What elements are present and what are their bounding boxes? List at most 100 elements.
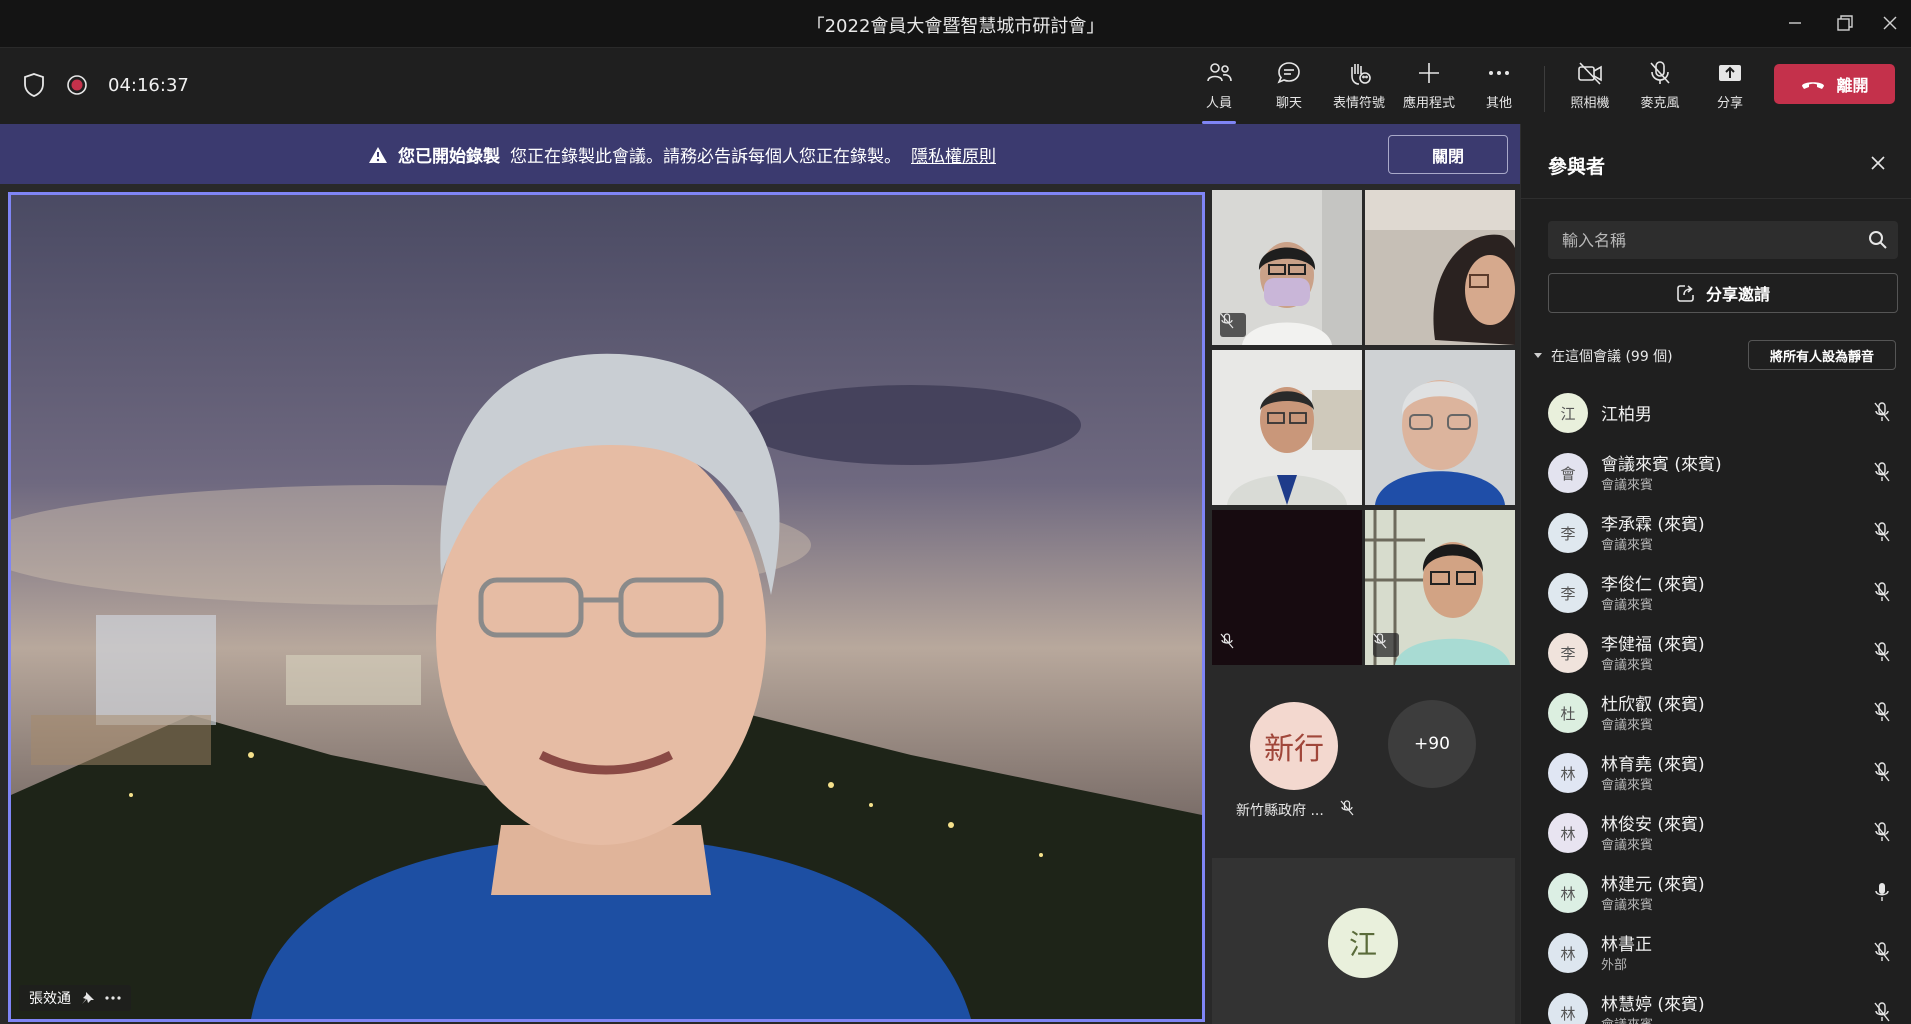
participant-row[interactable]: 杜杜欣叡 (來賓) 會議來賓: [1521, 682, 1911, 740]
mic-off-icon[interactable]: [1873, 942, 1891, 962]
leave-button[interactable]: 離開: [1774, 64, 1895, 104]
speaker-name: 張效通: [29, 991, 71, 1007]
participant-video-tile[interactable]: [1212, 510, 1362, 665]
minimize-icon: [1789, 22, 1801, 24]
participant-row[interactable]: 林林慧婷 (來賓)會議來賓: [1521, 982, 1911, 1024]
participant-video-tile[interactable]: [1365, 510, 1515, 665]
participant-avatar[interactable]: 新行: [1250, 702, 1338, 790]
people-label: 人員: [1205, 96, 1232, 111]
shield-icon[interactable]: [22, 72, 46, 98]
privacy-link[interactable]: 隱私權原則: [911, 142, 996, 167]
participant-video-tile[interactable]: [1212, 190, 1362, 345]
window-title: 「2022會員大會暨智慧城市研討會」: [806, 16, 1105, 37]
video-stage: 張效通 新行 新竹縣政府 ... +90 江: [0, 184, 1520, 1024]
close-icon: [1883, 16, 1897, 30]
microphone-label: 麥克風: [1640, 96, 1680, 111]
more-button[interactable]: 其他: [1464, 60, 1534, 122]
participant-role: 會議來賓: [1601, 898, 1654, 913]
participant-name: 杜欣叡 (來賓): [1601, 695, 1705, 715]
apps-button[interactable]: 應用程式: [1394, 60, 1464, 122]
participant-row[interactable]: 林林俊安 (來賓) 會議來賓: [1521, 802, 1911, 860]
share-screen-button[interactable]: 分享: [1695, 60, 1765, 122]
camera-button[interactable]: 照相機: [1555, 60, 1625, 122]
more-participants-button[interactable]: +90: [1388, 700, 1476, 788]
participant-video-tile[interactable]: [1365, 190, 1515, 345]
mic-off-icon[interactable]: [1873, 762, 1891, 782]
restore-icon: [1837, 15, 1853, 31]
muted-indicator: [1373, 633, 1399, 657]
participant-avatar: 林: [1548, 753, 1588, 793]
participant-video: [1365, 190, 1515, 345]
share-icon: [1719, 65, 1741, 81]
participant-name: 林俊安 (來賓): [1601, 815, 1705, 835]
participant-row[interactable]: 會會議來賓 (來賓) 會議來賓: [1521, 442, 1911, 500]
share-invite-label: 分享邀請: [1705, 285, 1770, 304]
banner-title: 您已開始錄製: [398, 147, 500, 167]
participant-row[interactable]: 林林書正 外部: [1521, 922, 1911, 980]
in-meeting-section-toggle[interactable]: 在這個會議 (99 個): [1533, 346, 1673, 366]
search-input[interactable]: [1548, 230, 1848, 250]
participant-avatar: 江: [1548, 393, 1588, 433]
apps-label: 應用程式: [1402, 96, 1455, 111]
participant-row[interactable]: 李李健福 (來賓) 會議來賓: [1521, 622, 1911, 680]
participant-row[interactable]: 李李俊仁 (來賓) 會議來賓: [1521, 562, 1911, 620]
mic-on-icon[interactable]: [1873, 882, 1891, 902]
mic-off-icon[interactable]: [1873, 702, 1891, 722]
pin-icon[interactable]: [81, 991, 95, 1005]
people-button[interactable]: 人員: [1184, 60, 1254, 124]
mic-off-icon[interactable]: [1873, 402, 1891, 422]
maximize-button[interactable]: [1820, 8, 1870, 38]
reactions-label: 表情符號: [1332, 96, 1385, 111]
main-speaker-video[interactable]: 張效通: [8, 192, 1205, 1022]
close-icon: [1871, 156, 1885, 170]
panel-close-button[interactable]: [1863, 148, 1893, 178]
mic-off-icon[interactable]: [1873, 1002, 1891, 1022]
more-options-icon[interactable]: [105, 995, 121, 1001]
people-icon: [1207, 63, 1232, 82]
participant-name: 李俊仁 (來賓): [1601, 575, 1705, 595]
banner-close-button[interactable]: 關閉: [1388, 135, 1508, 174]
mic-off-icon[interactable]: [1873, 582, 1891, 602]
mic-off-icon[interactable]: [1873, 522, 1891, 542]
mic-off-icon: [1220, 633, 1234, 649]
participant-row[interactable]: 李李承霖 (來賓) 會議來賓: [1521, 502, 1911, 560]
recording-banner: 您已開始錄製 您正在錄製此會議。請務必告訴每個人您正在錄製。 隱私權原則 關閉: [0, 124, 1520, 184]
participant-row[interactable]: 林林建元 (來賓) 會議來賓: [1521, 862, 1911, 920]
participant-avatar: 李: [1548, 513, 1588, 553]
search-icon[interactable]: [1868, 230, 1888, 250]
muted-indicator: [1220, 313, 1246, 337]
reactions-button[interactable]: 表情符號: [1324, 60, 1394, 122]
mic-off-icon[interactable]: [1873, 822, 1891, 842]
hang-up-icon: [1802, 82, 1825, 89]
participant-role: 會議來賓: [1601, 718, 1654, 733]
participant-video: [1365, 350, 1515, 505]
participant-avatar: 會: [1548, 453, 1588, 493]
participant-name: 新竹縣政府 ...: [1236, 803, 1324, 819]
mic-off-icon: [1650, 61, 1670, 84]
mic-off-icon[interactable]: [1873, 462, 1891, 482]
panel-title: 參與者: [1548, 156, 1606, 178]
participant-video-tile[interactable]: [1212, 350, 1362, 505]
participant-avatar-tile[interactable]: 江: [1212, 858, 1515, 1024]
minimize-button[interactable]: [1770, 8, 1820, 38]
mic-off-icon[interactable]: [1873, 642, 1891, 662]
chat-button[interactable]: 聊天: [1254, 60, 1324, 122]
participant-row[interactable]: 江江柏男: [1521, 382, 1911, 440]
mic-off-icon: [1373, 633, 1387, 649]
share-invite-button[interactable]: 分享邀請: [1548, 273, 1898, 313]
meeting-status: 04:16:37: [22, 72, 189, 98]
mute-all-button[interactable]: 將所有人設為靜音: [1748, 340, 1896, 370]
participant-video-tile[interactable]: [1365, 350, 1515, 505]
participant-role: 會議來賓: [1601, 598, 1654, 613]
more-icon: [1489, 71, 1509, 75]
close-window-button[interactable]: [1865, 8, 1911, 38]
plus-icon: [1419, 63, 1439, 83]
participant-row[interactable]: 林林育堯 (來賓) 會議來賓: [1521, 742, 1911, 800]
participants-panel: 參與者 分享邀請 在這個會議 (99 個) 將所有人設為靜音 江江柏男會會議來賓…: [1520, 124, 1911, 1024]
participant-avatar: 李: [1548, 633, 1588, 673]
microphone-button[interactable]: 麥克風: [1625, 60, 1695, 122]
participant-name: 林育堯 (來賓): [1601, 755, 1705, 775]
participant-role: 會議來賓: [1601, 538, 1654, 553]
participant-search: [1548, 221, 1898, 259]
camera-label: 照相機: [1570, 96, 1610, 111]
